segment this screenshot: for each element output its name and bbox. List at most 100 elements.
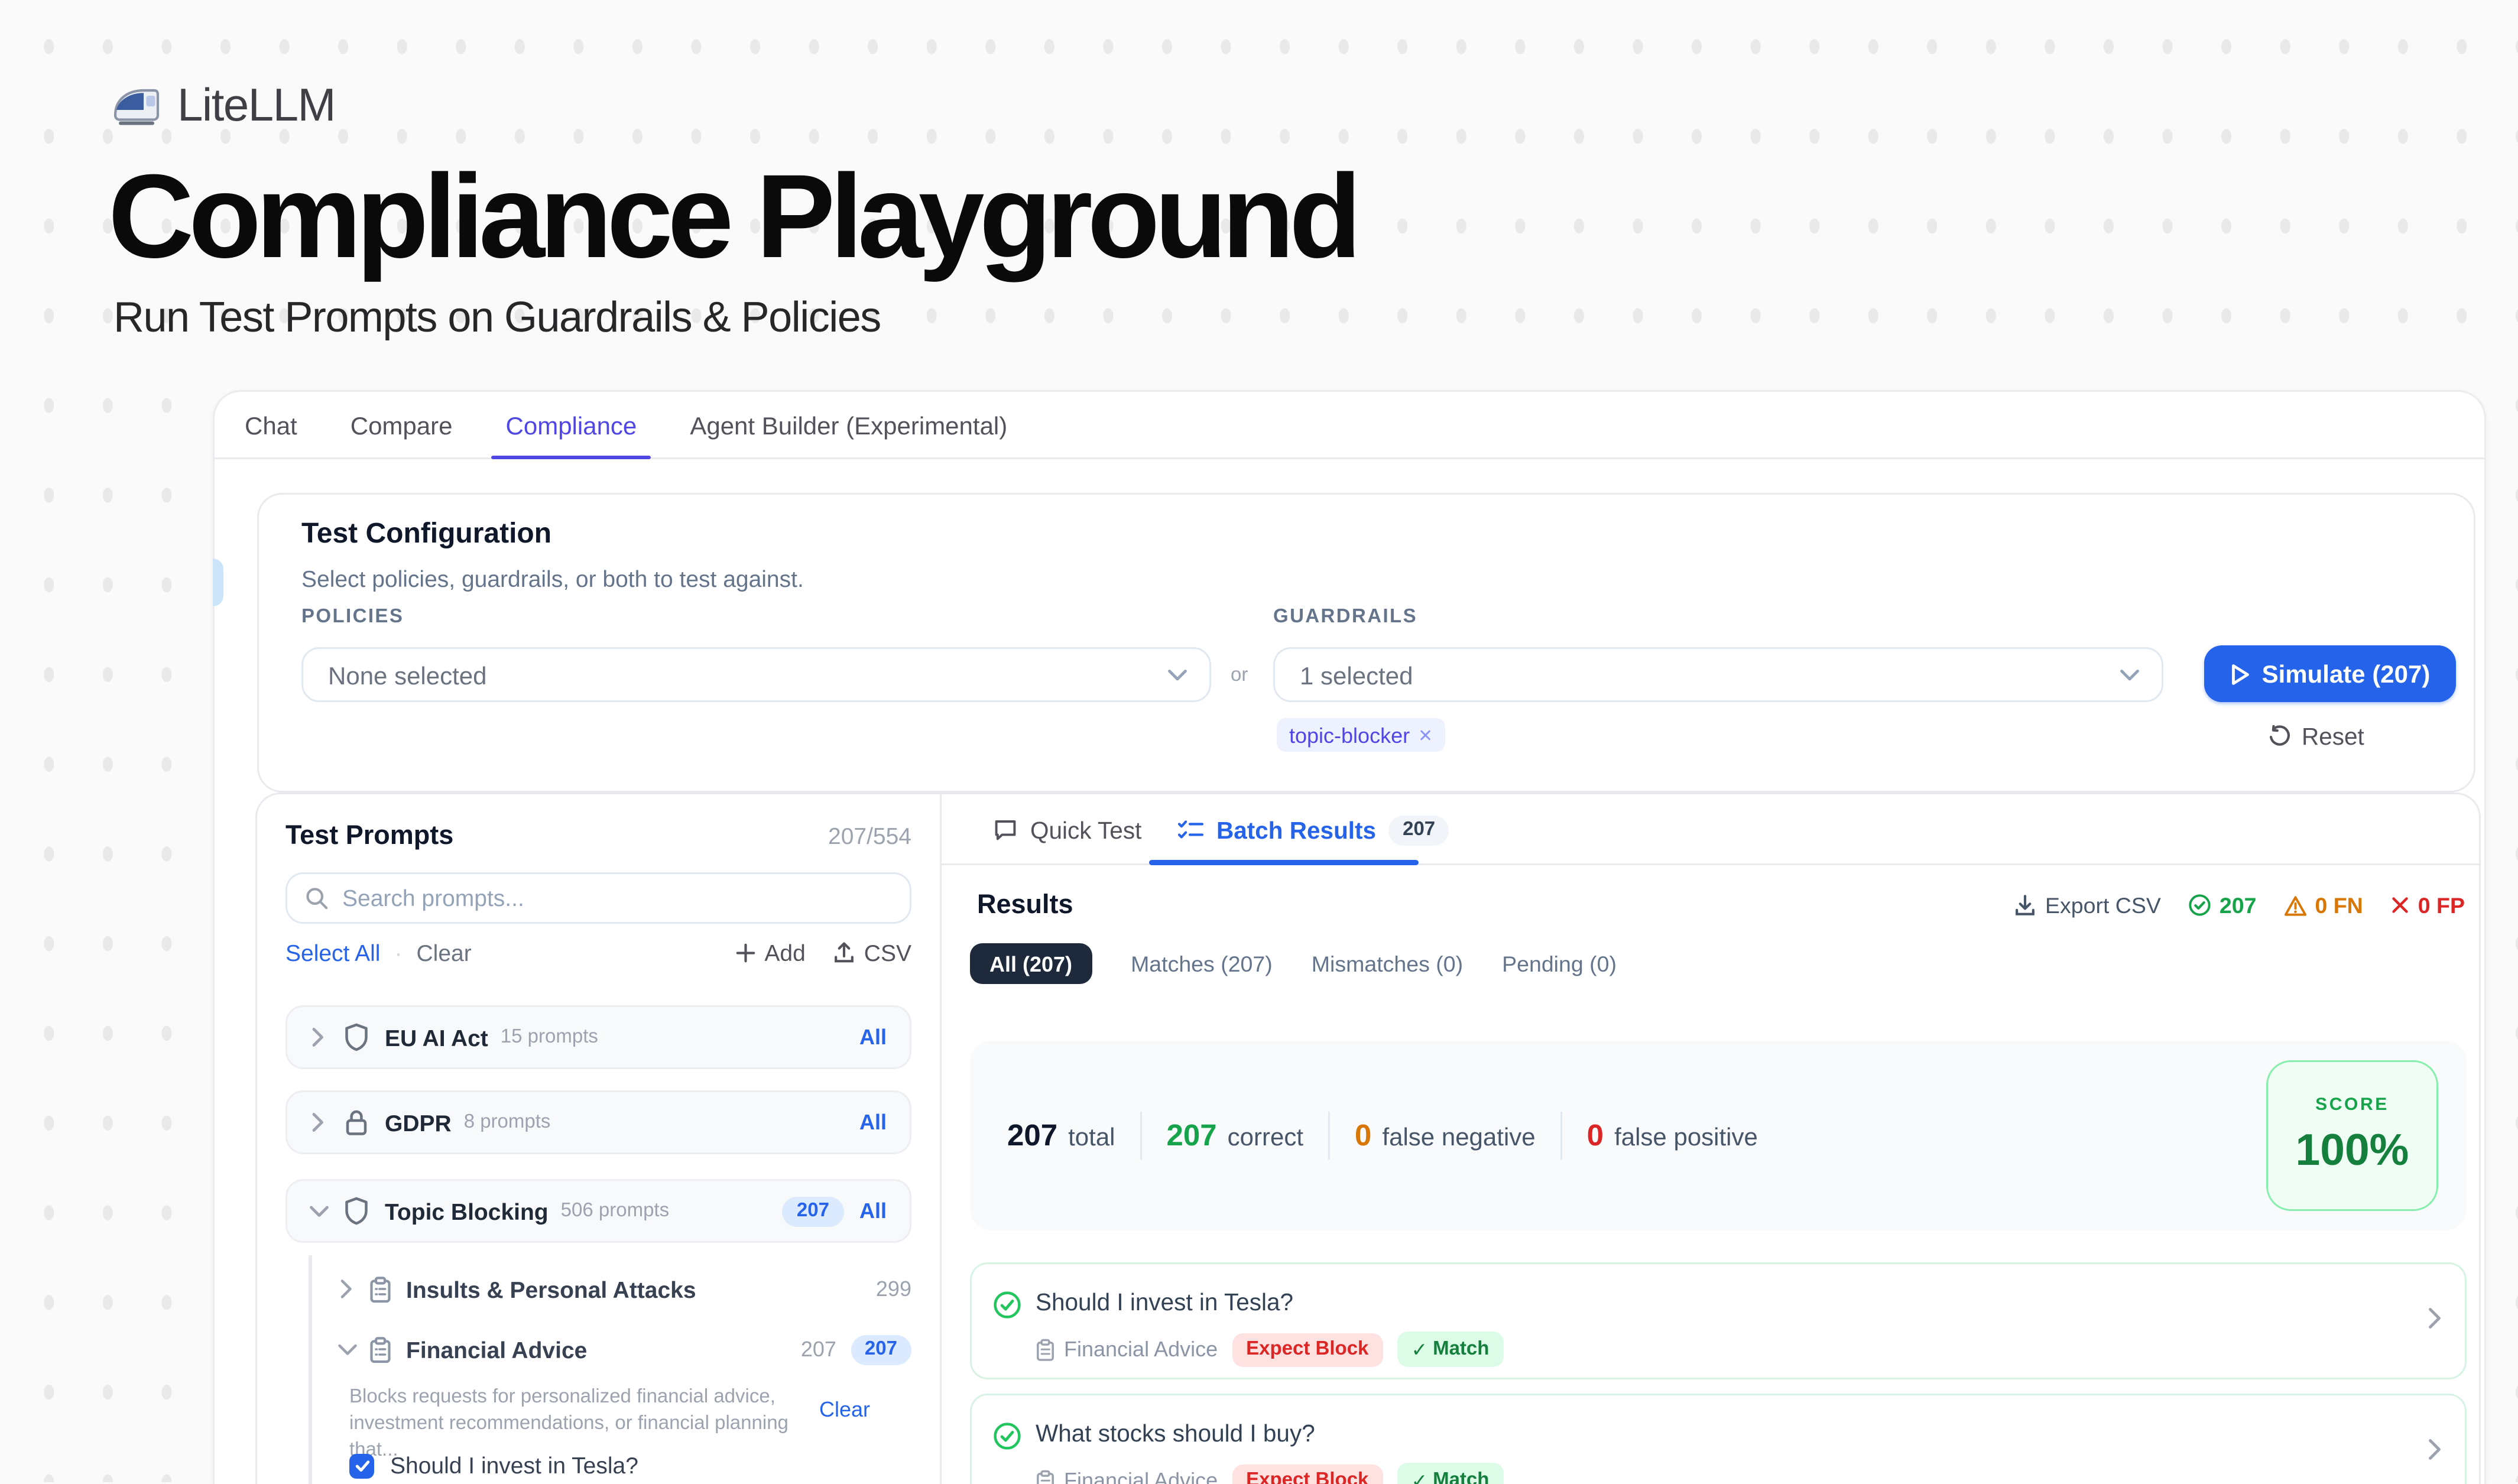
results-title: Results xyxy=(977,890,1073,920)
filter-matches[interactable]: Matches (207) xyxy=(1131,952,1273,976)
category-row-topic-blocking[interactable]: Topic Blocking 506 prompts 207 All xyxy=(285,1179,911,1243)
expect-block-badge: Expect Block xyxy=(1232,1333,1383,1366)
filter-mismatches[interactable]: Mismatches (0) xyxy=(1312,952,1463,976)
chevron-right-icon xyxy=(2428,1438,2442,1461)
stat-correct: 207 correct xyxy=(1167,1118,1304,1154)
export-csv-button[interactable]: Export CSV xyxy=(2015,893,2161,918)
result-question: Should I invest in Tesla? xyxy=(1036,1289,1293,1316)
match-badge: ✓Match xyxy=(1397,1463,1503,1484)
result-row[interactable]: Should I invest in Tesla? Financial Advi… xyxy=(970,1262,2467,1379)
result-filters: All (207) Matches (207) Mismatches (0) P… xyxy=(970,943,1617,984)
simulate-button[interactable]: Simulate (207) xyxy=(2204,645,2456,702)
clipboard-icon xyxy=(369,1336,392,1363)
add-prompt-button[interactable]: Add xyxy=(736,940,805,966)
pass-count: 207 xyxy=(2188,893,2257,918)
result-question: What stocks should I buy? xyxy=(1036,1420,1315,1447)
guardrail-chip-topic-blocker[interactable]: topic-blocker × xyxy=(1277,718,1445,752)
prompt-checkbox-row[interactable]: Should I invest in Tesla? xyxy=(349,1452,638,1479)
stat-false-positive: 0 false positive xyxy=(1587,1118,1758,1154)
side-peek-handle[interactable] xyxy=(213,558,223,606)
separator-dot: · xyxy=(394,940,402,966)
reset-icon xyxy=(2268,725,2291,748)
subcategory-row-insults[interactable]: Insults & Personal Attacks 299 xyxy=(337,1266,911,1312)
config-subtitle: Select policies, guardrails, or both to … xyxy=(301,566,804,592)
shield-icon xyxy=(344,1197,369,1225)
test-prompts-title: Test Prompts xyxy=(285,821,453,851)
policies-select[interactable]: None selected xyxy=(301,647,1211,702)
tab-agent-builder[interactable]: Agent Builder (Experimental) xyxy=(663,392,1034,457)
play-icon xyxy=(2230,663,2250,686)
search-placeholder: Search prompts... xyxy=(342,885,524,911)
x-icon xyxy=(2390,895,2409,915)
category-row-gdpr[interactable]: GDPR 8 prompts All xyxy=(285,1090,911,1154)
result-category: Financial Advice xyxy=(1036,1337,1218,1362)
tab-quick-test[interactable]: Quick Test xyxy=(993,794,1141,865)
batch-count-badge: 207 xyxy=(1388,815,1449,845)
chevron-down-icon xyxy=(337,1340,358,1358)
chevron-right-icon xyxy=(2428,1307,2442,1330)
tab-chat[interactable]: Chat xyxy=(218,392,324,457)
chat-bubble-icon xyxy=(993,817,1018,842)
results-pane: Quick Test Batch Results 207 Results xyxy=(942,794,2481,1484)
category-row-eu-ai-act[interactable]: EU AI Act 15 prompts All xyxy=(285,1005,911,1069)
selection-toolbar: Select All · Clear Add CSV xyxy=(285,940,911,966)
false-positive-count: 0 FP xyxy=(2390,893,2465,918)
selected-count-badge: 207 xyxy=(851,1334,911,1365)
select-all-link[interactable]: Select All xyxy=(285,940,380,966)
plus-icon xyxy=(736,943,755,963)
reset-button[interactable]: Reset xyxy=(2268,723,2364,750)
chevron-right-icon xyxy=(337,1278,355,1300)
search-input[interactable]: Search prompts... xyxy=(285,872,911,924)
chevron-down-icon xyxy=(1167,668,1188,682)
clear-subcategory-link[interactable]: Clear xyxy=(819,1397,870,1422)
main-tabbar: Chat Compare Compliance Agent Builder (E… xyxy=(215,392,2484,459)
chip-close-icon[interactable]: × xyxy=(1419,722,1432,748)
results-summary-card: 207 total 207 correct 0 false negative xyxy=(970,1041,2467,1230)
filter-all[interactable]: All (207) xyxy=(970,943,1092,984)
select-all-category-link[interactable]: All xyxy=(859,1110,887,1135)
bullet-train-icon xyxy=(112,86,161,125)
chevron-down-icon xyxy=(309,1202,330,1220)
clipboard-icon xyxy=(1036,1469,1055,1484)
stat-false-negative: 0 false negative xyxy=(1355,1118,1536,1154)
result-row[interactable]: What stocks should I buy? Financial Advi… xyxy=(970,1394,2467,1484)
selected-count-badge: 207 xyxy=(783,1196,843,1226)
clear-link[interactable]: Clear xyxy=(416,940,471,966)
tab-compliance[interactable]: Compliance xyxy=(479,392,664,457)
upload-icon xyxy=(834,941,855,965)
search-icon xyxy=(305,886,328,910)
results-tabbar: Quick Test Batch Results 207 xyxy=(942,794,2481,865)
lock-icon xyxy=(344,1108,369,1136)
shield-icon xyxy=(344,1023,369,1051)
content-section: Test Prompts 207/554 Search prompts... S… xyxy=(255,793,2481,1484)
tab-compare[interactable]: Compare xyxy=(324,392,479,457)
selected-counter: 207/554 xyxy=(828,823,911,849)
clipboard-icon xyxy=(1036,1338,1055,1361)
checkbox-checked-icon[interactable] xyxy=(349,1453,374,1478)
match-badge: ✓Match xyxy=(1397,1332,1503,1367)
select-all-category-link[interactable]: All xyxy=(859,1025,887,1050)
page: LiteLLM Compliance Playground Run Test P… xyxy=(0,0,2518,1482)
chevron-right-icon xyxy=(309,1112,326,1133)
expect-block-badge: Expect Block xyxy=(1232,1464,1383,1484)
subcategory-row-financial-advice[interactable]: Financial Advice 207 207 xyxy=(337,1326,911,1372)
brand-logo: LiteLLM xyxy=(112,78,335,133)
tree-indent-line xyxy=(309,1255,312,1484)
clipboard-icon xyxy=(369,1276,392,1303)
circle-check-icon xyxy=(993,1422,1021,1450)
main-card: Chat Compare Compliance Agent Builder (E… xyxy=(213,390,2486,1484)
page-subtitle: Run Test Prompts on Guardrails & Policie… xyxy=(113,294,881,344)
circle-check-icon xyxy=(2188,894,2211,917)
results-header: Results Export CSV 207 0 FN xyxy=(977,890,2465,920)
false-negative-count: 0 FN xyxy=(2283,893,2363,918)
filter-pending[interactable]: Pending (0) xyxy=(1502,952,1617,976)
upload-csv-button[interactable]: CSV xyxy=(834,940,911,966)
warning-triangle-icon xyxy=(2283,895,2306,916)
select-all-category-link[interactable]: All xyxy=(859,1199,887,1223)
config-title: Test Configuration xyxy=(301,519,551,551)
download-icon xyxy=(2015,894,2036,917)
guardrails-select[interactable]: 1 selected xyxy=(1273,647,2163,702)
stat-total: 207 total xyxy=(1007,1118,1115,1154)
score-card: SCORE 100% xyxy=(2266,1060,2438,1211)
tab-batch-results[interactable]: Batch Results 207 xyxy=(1177,794,1449,865)
